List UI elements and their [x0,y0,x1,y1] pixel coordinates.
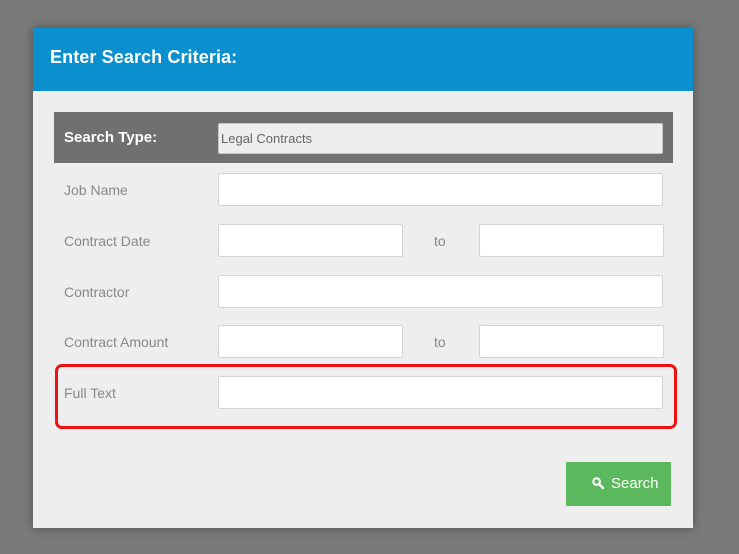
dialog-header: Enter Search Criteria: [33,28,693,91]
search-criteria-dialog: Enter Search Criteria: Search Type: Job … [33,28,693,528]
search-button-label: Search [611,475,659,492]
contractor-input[interactable] [218,275,663,308]
full-text-highlight [55,364,677,429]
contract-date-to-input[interactable] [479,224,664,257]
search-type-field [218,123,663,154]
job-name-label: Job Name [64,182,128,198]
search-button[interactable]: Search [566,462,671,506]
contractor-label: Contractor [64,284,130,300]
contract-amount-to-input[interactable] [479,325,664,358]
dialog-title: Enter Search Criteria: [50,47,238,67]
job-name-input[interactable] [218,173,663,206]
search-type-label: Search Type: [64,129,158,146]
contract-amount-to-label: to [434,334,446,350]
contract-date-from-input[interactable] [218,224,403,257]
contract-date-to-label: to [434,233,446,249]
contract-amount-from-input[interactable] [218,325,403,358]
contract-amount-label: Contract Amount [64,334,169,350]
search-icon [592,477,604,489]
contract-date-label: Contract Date [64,233,151,249]
